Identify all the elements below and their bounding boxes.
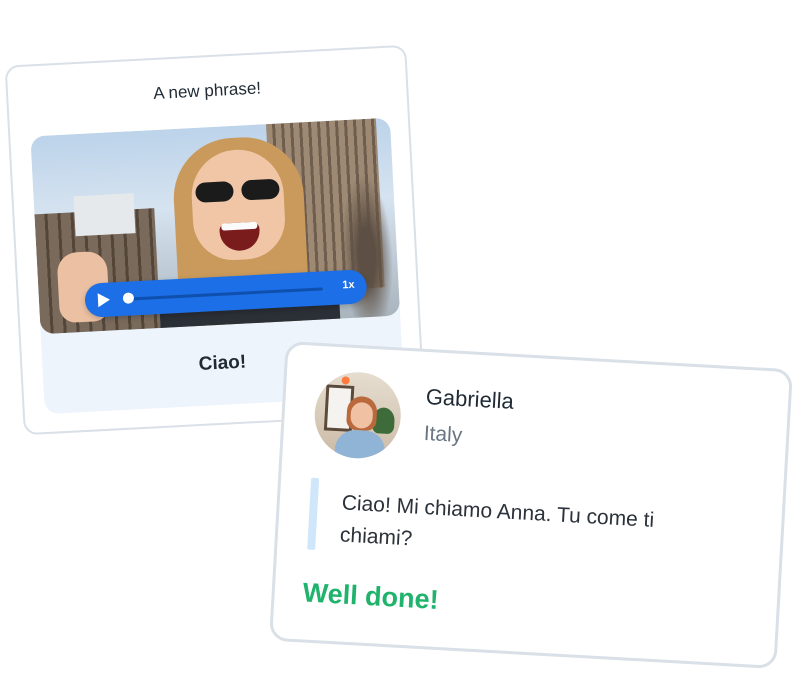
avatar-body xyxy=(334,428,386,461)
tutor-country: Italy xyxy=(423,421,463,448)
playback-speed-button[interactable]: 1x xyxy=(342,279,355,292)
chat-card: Gabriella Italy Ciao! Mi chiamo Anna. Tu… xyxy=(269,341,793,669)
phrase-card-title: A new phrase! xyxy=(152,78,262,104)
feedback-text: Well done! xyxy=(301,577,440,615)
video-thumbnail[interactable]: 1x xyxy=(30,117,401,335)
background-building xyxy=(73,193,136,237)
quote-bar xyxy=(307,477,320,551)
tutor-name: Gabriella xyxy=(425,383,515,414)
play-icon[interactable] xyxy=(95,290,114,309)
chat-message: Ciao! Mi chiamo Anna. Tu come ti chiami? xyxy=(339,491,655,551)
progress-knob[interactable] xyxy=(122,292,135,304)
sunglasses xyxy=(193,178,282,205)
avatar xyxy=(312,369,404,461)
progress-track[interactable] xyxy=(126,287,323,301)
